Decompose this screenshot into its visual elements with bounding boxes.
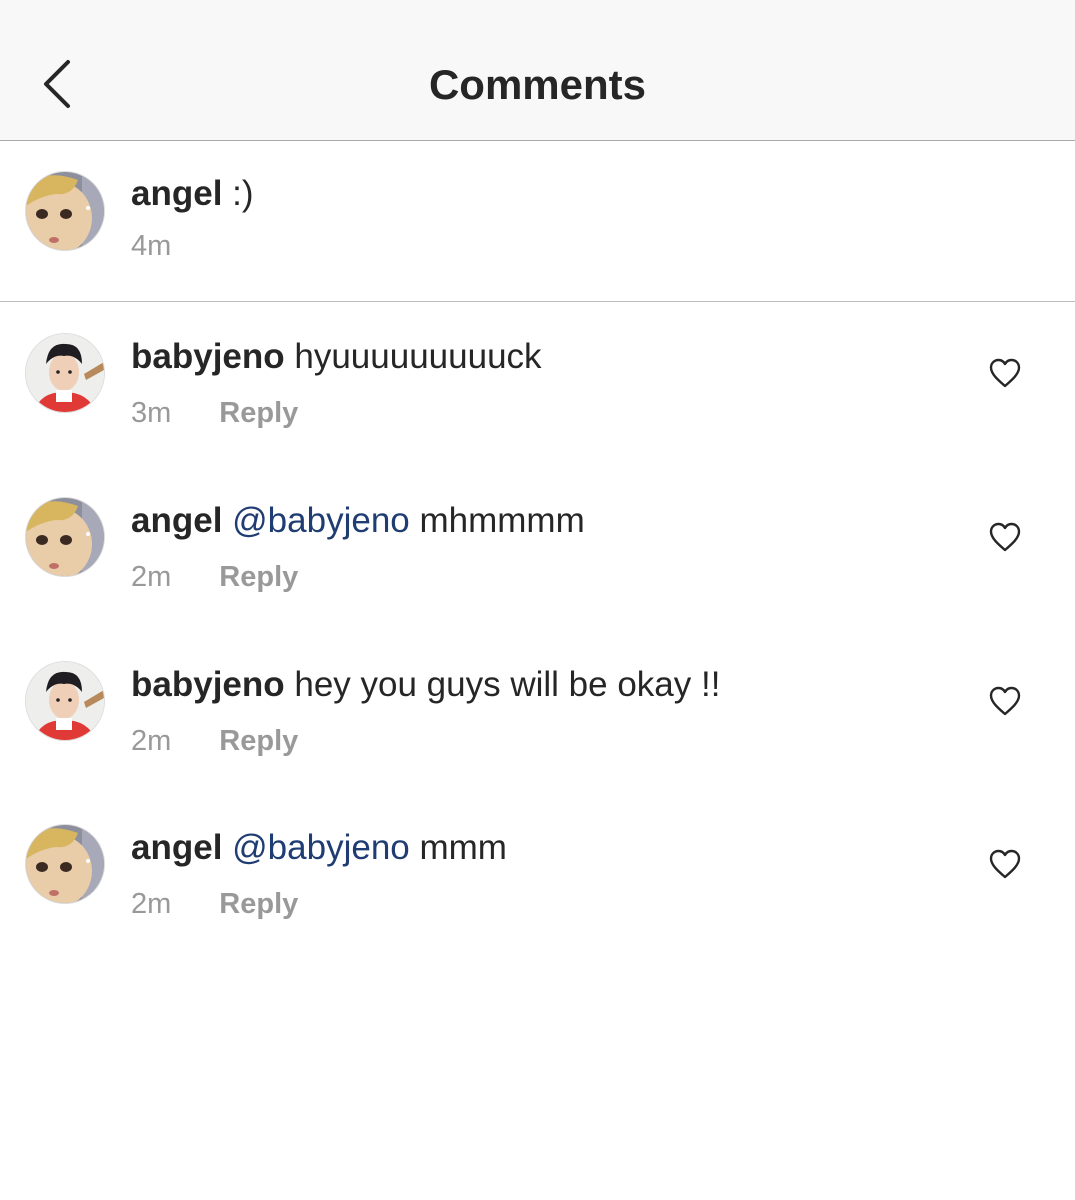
mention-link[interactable]: @babyjeno xyxy=(232,501,410,540)
avatar-babyjeno[interactable] xyxy=(26,334,104,412)
reply-button[interactable]: Reply xyxy=(219,725,298,757)
comment-body: mmm xyxy=(419,828,507,867)
heart-icon xyxy=(989,358,1021,388)
like-button[interactable] xyxy=(988,357,1022,389)
comment-text: angel @babyjeno mmm xyxy=(131,827,507,869)
like-button[interactable] xyxy=(988,848,1022,880)
caption-timestamp: 4m xyxy=(131,230,172,262)
avatar-image xyxy=(26,172,104,250)
comment-username[interactable]: angel xyxy=(131,501,222,540)
avatar-image xyxy=(26,662,104,740)
caption-text: angel :) xyxy=(131,173,254,215)
caption-username[interactable]: angel xyxy=(131,174,222,213)
comment-body: hey you guys will be okay !! xyxy=(294,665,721,704)
comment-timestamp: 3m xyxy=(131,397,172,429)
comments-screen: Comments angel :) 4m babyjeno hyuuuuuuuu… xyxy=(0,0,1075,1200)
like-button[interactable] xyxy=(988,521,1022,553)
reply-button[interactable]: Reply xyxy=(219,397,298,429)
avatar-angel[interactable] xyxy=(26,498,104,576)
comment-username[interactable]: babyjeno xyxy=(131,665,285,704)
reply-button[interactable]: Reply xyxy=(219,888,298,920)
heart-icon xyxy=(989,686,1021,716)
heart-icon xyxy=(989,522,1021,552)
caption-body: :) xyxy=(232,174,254,213)
comment-meta: 2m Reply xyxy=(131,723,298,759)
header-bar: Comments xyxy=(0,0,1075,141)
reply-button[interactable]: Reply xyxy=(219,561,298,593)
avatar-angel[interactable] xyxy=(26,825,104,903)
comment-meta: 3m Reply xyxy=(131,395,298,431)
comment-text: babyjeno hey you guys will be okay !! xyxy=(131,664,720,706)
comment-body: mhmmmm xyxy=(419,501,585,540)
comment-meta: 2m Reply xyxy=(131,886,298,922)
avatar-babyjeno[interactable] xyxy=(26,662,104,740)
avatar-image xyxy=(26,498,104,576)
mention-link[interactable]: @babyjeno xyxy=(232,828,410,867)
avatar-angel[interactable] xyxy=(26,172,104,250)
comment-timestamp: 2m xyxy=(131,888,172,920)
comment-body: hyuuuuuuuuuck xyxy=(294,337,542,376)
caption-meta: 4m xyxy=(131,228,171,264)
comment-username[interactable]: angel xyxy=(131,828,222,867)
page-title: Comments xyxy=(428,61,647,108)
comment-text: angel @babyjeno mhmmmm xyxy=(131,500,585,542)
comment-meta: 2m Reply xyxy=(131,559,298,595)
post-caption: angel :) 4m xyxy=(0,141,1075,302)
heart-icon xyxy=(989,849,1021,879)
comment-text: babyjeno hyuuuuuuuuuck xyxy=(131,336,542,378)
comment-timestamp: 2m xyxy=(131,561,172,593)
comment-username[interactable]: babyjeno xyxy=(131,337,285,376)
comment-timestamp: 2m xyxy=(131,725,172,757)
avatar-image xyxy=(26,334,104,412)
avatar-image xyxy=(26,825,104,903)
like-button[interactable] xyxy=(988,685,1022,717)
